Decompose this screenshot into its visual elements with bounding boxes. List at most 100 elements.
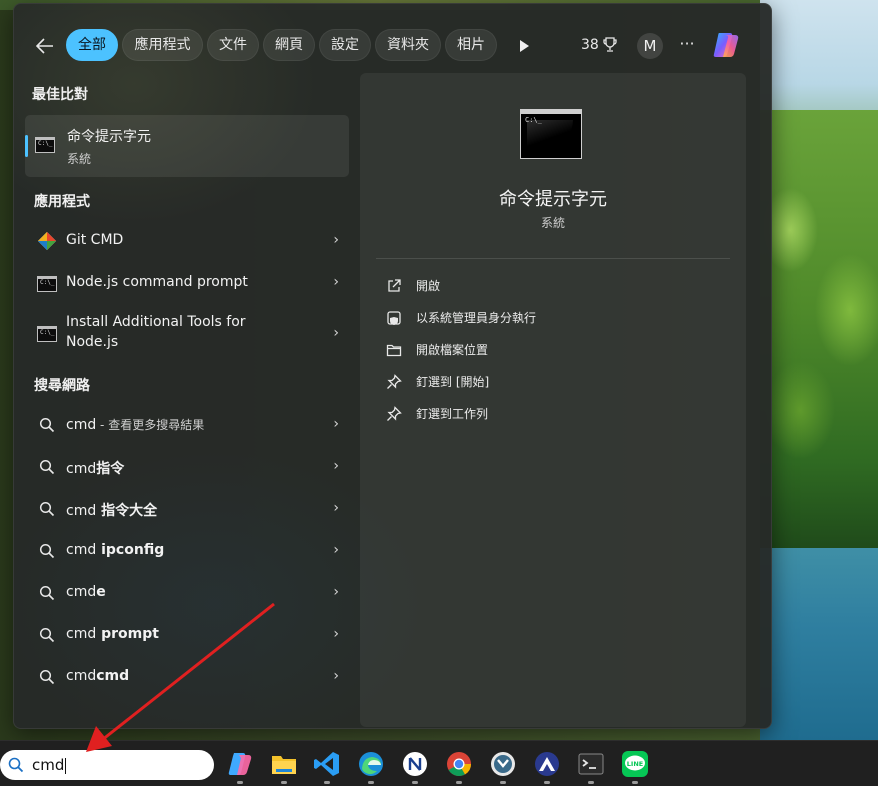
- chevron-right-icon: ›: [333, 584, 339, 600]
- back-arrow-icon: [36, 38, 53, 54]
- query-text: cmd: [66, 417, 97, 433]
- chevron-right-icon: ›: [333, 325, 339, 341]
- best-match-item[interactable]: 命令提示字元 系統: [25, 115, 349, 177]
- divider: [376, 258, 730, 259]
- app-item-nodejs-prompt[interactable]: Node.js command prompt ›: [25, 266, 349, 300]
- query-text: cmd: [66, 668, 97, 684]
- wallpaper-trees: [760, 110, 878, 550]
- suggestion-text: 指令大全: [96, 503, 158, 519]
- action-open[interactable]: 開啟: [386, 275, 716, 299]
- game-icon[interactable]: [489, 750, 517, 778]
- detail-subtitle: 系統: [540, 216, 565, 230]
- pin-icon: [387, 374, 402, 389]
- search-icon: [8, 757, 24, 773]
- back-button[interactable]: [32, 33, 58, 59]
- chevron-right-icon: ›: [333, 668, 339, 684]
- query-text: cmd: [66, 542, 97, 558]
- running-indicator: [281, 781, 287, 784]
- shield-icon: [387, 311, 401, 325]
- tab-all[interactable]: 全部: [66, 29, 118, 61]
- running-indicator: [412, 781, 418, 784]
- search-icon: [39, 501, 55, 517]
- tab-settings[interactable]: 設定: [319, 29, 371, 61]
- chrome-icon[interactable]: [445, 750, 473, 778]
- tab-photos[interactable]: 相片: [445, 29, 497, 61]
- account-avatar[interactable]: M: [637, 33, 663, 59]
- search-input[interactable]: cmd: [32, 756, 67, 774]
- app-item-label: Git CMD: [66, 232, 124, 248]
- best-match-subtitle: 系統: [67, 152, 92, 166]
- action-label: 開啟檔案位置: [416, 343, 489, 357]
- more-filters-button[interactable]: [514, 36, 534, 56]
- notion-like-icon[interactable]: [401, 750, 429, 778]
- command-prompt-icon: [35, 137, 55, 153]
- web-result-item[interactable]: cmdcmd ›: [25, 660, 349, 694]
- trophy-icon: [603, 37, 617, 52]
- search-icon: [39, 417, 55, 433]
- wallpaper-lake: [760, 548, 878, 740]
- web-result-label: cmd指令: [66, 458, 124, 478]
- copilot-icon[interactable]: [226, 750, 254, 778]
- vpn-icon[interactable]: [533, 750, 561, 778]
- command-prompt-icon: [37, 276, 57, 292]
- see-more-text: - 查看更多搜尋結果: [96, 418, 205, 432]
- best-match-title: 命令提示字元: [67, 129, 151, 145]
- web-result-item[interactable]: cmd - 查看更多搜尋結果 ›: [25, 408, 349, 442]
- chevron-right-icon: ›: [333, 232, 339, 248]
- chevron-right-icon: ›: [333, 458, 339, 474]
- terminal-icon[interactable]: [577, 750, 605, 778]
- command-prompt-icon: [37, 326, 57, 342]
- running-indicator: [368, 781, 374, 784]
- search-icon: [39, 627, 55, 643]
- action-label: 開啟: [416, 279, 441, 293]
- line-icon[interactable]: LINE: [621, 750, 649, 778]
- search-panel: 全部 應用程式 文件 網頁 設定 資料夾 相片 38 M ··· 最佳比對 C:…: [13, 3, 772, 729]
- running-indicator: [237, 781, 243, 784]
- search-input-value: cmd: [32, 756, 65, 774]
- tab-folders[interactable]: 資料夾: [375, 29, 441, 61]
- chevron-right-icon: ›: [333, 542, 339, 558]
- file-explorer-icon[interactable]: [270, 750, 298, 778]
- query-text: cmd: [66, 584, 97, 600]
- edge-icon[interactable]: [357, 750, 385, 778]
- web-result-item[interactable]: cmd prompt ›: [25, 618, 349, 652]
- tab-apps[interactable]: 應用程式: [122, 29, 203, 61]
- web-result-item[interactable]: cmd指令 ›: [25, 450, 349, 484]
- query-text: cmd: [66, 461, 97, 477]
- copilot-button[interactable]: [710, 29, 742, 61]
- folder-icon: [386, 344, 402, 357]
- suggestion-text: 指令: [96, 461, 125, 477]
- web-result-item[interactable]: cmd 指令大全 ›: [25, 492, 349, 526]
- play-icon: [520, 40, 529, 52]
- web-result-item[interactable]: cmd ipconfig ›: [25, 534, 349, 568]
- tab-documents[interactable]: 文件: [207, 29, 259, 61]
- web-result-item[interactable]: cmde ›: [25, 576, 349, 610]
- web-result-label: cmde: [66, 584, 106, 600]
- best-match-heading: 最佳比對: [32, 87, 88, 103]
- search-icon: [39, 669, 55, 685]
- search-icon: [39, 459, 55, 475]
- web-result-label: cmd prompt: [66, 626, 159, 642]
- chevron-right-icon: ›: [333, 500, 339, 516]
- action-pin-to-start[interactable]: 釘選到 [開始]: [386, 371, 716, 395]
- query-text: cmd: [66, 626, 97, 642]
- web-search-heading: 搜尋網路: [34, 378, 90, 394]
- taskbar: cmd LINE: [0, 740, 878, 786]
- rewards-points[interactable]: 38: [581, 37, 617, 53]
- action-label: 釘選到工作列: [416, 407, 489, 421]
- web-result-label: cmd ipconfig: [66, 542, 164, 558]
- running-indicator: [324, 781, 330, 784]
- app-item-nodejs-tools[interactable]: Install Additional Tools for Node.js ›: [25, 308, 349, 358]
- web-result-label: cmd - 查看更多搜尋結果: [66, 416, 204, 433]
- app-item-git-cmd[interactable]: Git CMD ›: [25, 224, 349, 258]
- action-run-as-admin[interactable]: 以系統管理員身分執行: [386, 307, 716, 331]
- tab-web[interactable]: 網頁: [263, 29, 315, 61]
- query-text: cmd: [66, 503, 97, 519]
- taskbar-search-box[interactable]: cmd: [0, 750, 214, 780]
- action-label: 以系統管理員身分執行: [416, 311, 537, 325]
- app-item-label-line2: Node.js: [66, 334, 119, 350]
- action-open-file-location[interactable]: 開啟檔案位置: [386, 339, 716, 363]
- vscode-icon[interactable]: [313, 750, 341, 778]
- more-options-button[interactable]: ···: [676, 33, 698, 59]
- action-pin-to-taskbar[interactable]: 釘選到工作列: [386, 403, 716, 427]
